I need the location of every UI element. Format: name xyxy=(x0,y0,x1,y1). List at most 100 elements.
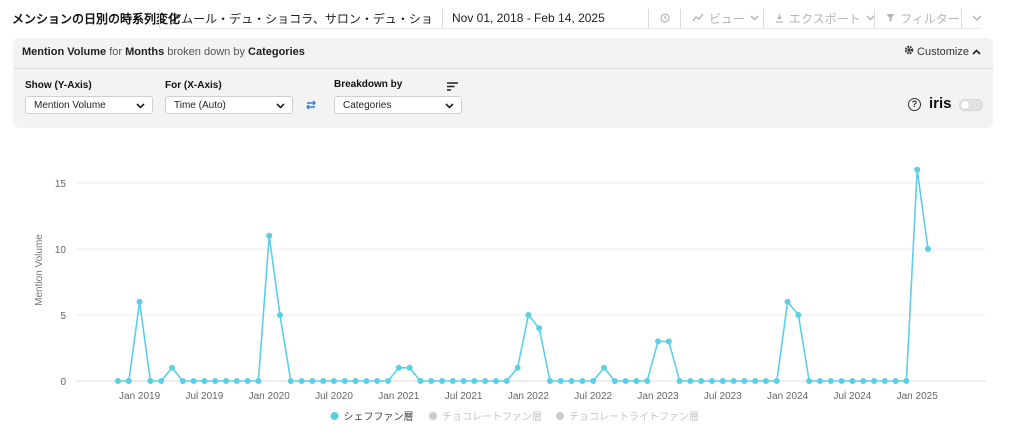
data-point[interactable] xyxy=(341,378,348,384)
data-point[interactable] xyxy=(320,378,327,384)
download-icon xyxy=(775,13,784,23)
data-point[interactable] xyxy=(871,378,877,384)
data-point[interactable] xyxy=(644,378,651,384)
data-point[interactable] xyxy=(158,378,165,384)
data-point[interactable] xyxy=(482,378,489,384)
help-icon[interactable]: ? xyxy=(908,98,921,111)
data-point[interactable] xyxy=(547,378,553,384)
data-point[interactable] xyxy=(806,378,813,384)
data-point[interactable] xyxy=(125,378,132,384)
data-point[interactable] xyxy=(255,378,262,384)
data-point[interactable] xyxy=(665,338,672,345)
clock-button[interactable] xyxy=(660,0,670,36)
data-point[interactable] xyxy=(233,378,240,384)
data-point[interactable] xyxy=(817,378,823,384)
breakdown-select[interactable]: Categories xyxy=(334,96,462,114)
data-point[interactable] xyxy=(406,364,413,371)
data-point[interactable] xyxy=(568,378,575,384)
date-range-picker[interactable]: Nov 01, 2018 - Feb 14, 2025 xyxy=(452,0,605,36)
data-point[interactable] xyxy=(536,325,543,332)
data-point[interactable] xyxy=(309,378,316,384)
data-point[interactable] xyxy=(925,246,931,252)
legend-item[interactable]: チョコレートライトファン層 xyxy=(569,411,699,423)
keyword-selector[interactable]: アムール・デュ・ショコラ、サロン・デュ・ショコラ、... xyxy=(170,0,432,36)
data-point[interactable] xyxy=(838,378,845,384)
data-point[interactable] xyxy=(147,378,154,384)
data-point[interactable] xyxy=(752,378,759,384)
data-point[interactable] xyxy=(190,378,197,384)
data-point[interactable] xyxy=(287,378,294,384)
data-point[interactable] xyxy=(622,378,629,384)
data-point[interactable] xyxy=(676,378,683,384)
data-point[interactable] xyxy=(892,378,899,384)
chevron-down-icon xyxy=(445,101,454,112)
data-point[interactable] xyxy=(169,364,175,371)
data-point[interactable] xyxy=(179,378,186,384)
data-point[interactable] xyxy=(881,378,888,384)
data-point[interactable] xyxy=(687,378,694,384)
data-point[interactable] xyxy=(493,378,499,384)
more-options-button[interactable] xyxy=(972,0,982,36)
y-tick-label: 5 xyxy=(60,311,66,322)
y-axis-select[interactable]: Mention Volume xyxy=(25,96,153,114)
data-point[interactable] xyxy=(374,378,381,384)
data-point[interactable] xyxy=(730,378,737,384)
data-point[interactable] xyxy=(136,298,143,305)
data-point[interactable] xyxy=(914,166,921,173)
data-point[interactable] xyxy=(860,378,867,384)
data-point[interactable] xyxy=(115,378,121,384)
chevron-down-icon xyxy=(136,101,145,112)
data-point[interactable] xyxy=(525,312,532,318)
data-point[interactable] xyxy=(795,312,802,318)
data-point[interactable] xyxy=(557,378,564,384)
filter-button[interactable]: フィルター xyxy=(886,0,960,36)
data-point[interactable] xyxy=(827,378,834,384)
data-point[interactable] xyxy=(201,378,208,384)
iris-toggle[interactable] xyxy=(959,99,983,111)
data-point[interactable] xyxy=(395,364,402,371)
data-point[interactable] xyxy=(417,378,424,384)
data-point[interactable] xyxy=(719,378,726,384)
sort-button[interactable] xyxy=(447,78,458,96)
x-axis-select[interactable]: Time (Auto) xyxy=(165,96,293,114)
data-point[interactable] xyxy=(428,378,435,384)
data-point[interactable] xyxy=(784,298,791,305)
data-point[interactable] xyxy=(385,378,391,384)
view-menu-button[interactable]: ビュー xyxy=(692,0,759,36)
data-point[interactable] xyxy=(579,378,586,384)
data-point[interactable] xyxy=(514,364,521,371)
data-point[interactable] xyxy=(298,378,305,384)
data-point[interactable] xyxy=(601,364,607,371)
customize-toggle[interactable]: Customize xyxy=(904,45,981,58)
data-point[interactable] xyxy=(903,378,910,384)
data-point[interactable] xyxy=(763,378,769,384)
data-point[interactable] xyxy=(449,378,456,384)
data-point[interactable] xyxy=(212,378,219,384)
data-point[interactable] xyxy=(266,232,273,239)
data-point[interactable] xyxy=(503,378,510,384)
data-point[interactable] xyxy=(363,378,370,384)
legend-item[interactable]: チョコレートファン層 xyxy=(442,411,542,423)
swap-axes-button[interactable] xyxy=(305,98,317,116)
data-point[interactable] xyxy=(655,338,661,345)
data-point[interactable] xyxy=(698,378,705,384)
data-point[interactable] xyxy=(633,378,640,384)
data-point[interactable] xyxy=(773,378,780,384)
data-point[interactable] xyxy=(471,378,478,384)
divider xyxy=(442,9,443,28)
chart-legend: シェフファン層 チョコレートファン層 チョコレートライトファン層 xyxy=(330,411,699,423)
data-point[interactable] xyxy=(439,378,445,384)
data-point[interactable] xyxy=(277,312,283,318)
data-point[interactable] xyxy=(460,378,467,384)
data-point[interactable] xyxy=(331,378,337,384)
data-point[interactable] xyxy=(352,378,359,384)
legend-item[interactable]: シェフファン層 xyxy=(344,411,414,423)
data-point[interactable] xyxy=(849,378,856,384)
data-point[interactable] xyxy=(244,378,251,384)
data-point[interactable] xyxy=(590,378,597,384)
data-point[interactable] xyxy=(741,378,748,384)
data-point[interactable] xyxy=(611,378,618,384)
data-point[interactable] xyxy=(223,378,229,384)
export-menu-button[interactable]: エクスポート xyxy=(775,0,875,36)
data-point[interactable] xyxy=(709,378,715,384)
